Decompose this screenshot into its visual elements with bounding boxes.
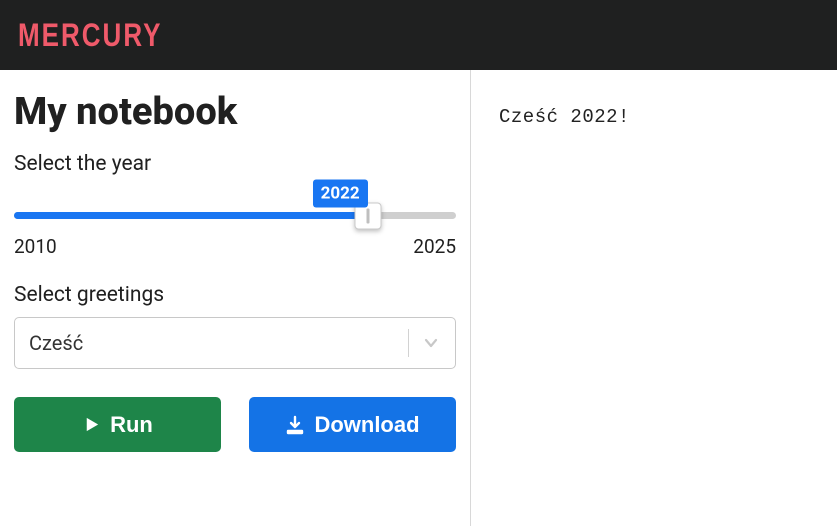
output-text: Cześć 2022! <box>499 106 809 128</box>
slider-min: 2010 <box>14 235 57 258</box>
brand-logo: mercury <box>18 16 162 55</box>
run-button[interactable]: Run <box>14 397 221 452</box>
download-button[interactable]: Download <box>249 397 456 452</box>
run-button-label: Run <box>110 412 153 438</box>
page-title: My notebook <box>14 90 456 134</box>
download-button-label: Download <box>314 412 419 438</box>
download-icon <box>285 415 305 435</box>
greetings-label: Select greetings <box>14 283 456 307</box>
slider-value-tooltip: 2022 <box>313 179 368 207</box>
chevron-down-icon <box>421 333 441 353</box>
year-slider[interactable]: 2022 <box>14 212 456 219</box>
greetings-select[interactable]: Cześć <box>14 317 456 369</box>
output-panel: Cześć 2022! <box>471 70 837 526</box>
slider-fill <box>14 212 368 219</box>
app-header: mercury <box>0 0 837 70</box>
greetings-value: Cześć <box>29 331 402 355</box>
slider-max: 2025 <box>413 235 456 258</box>
main-area: My notebook Select the year 2022 2010 20… <box>0 70 837 526</box>
slider-track: 2022 <box>14 212 456 219</box>
slider-thumb[interactable]: 2022 <box>354 202 381 229</box>
slider-range-labels: 2010 2025 <box>14 235 456 258</box>
play-icon <box>82 415 101 434</box>
select-separator <box>408 329 409 357</box>
action-buttons: Run Download <box>14 397 456 452</box>
year-label: Select the year <box>14 152 456 176</box>
control-panel: My notebook Select the year 2022 2010 20… <box>0 70 471 526</box>
